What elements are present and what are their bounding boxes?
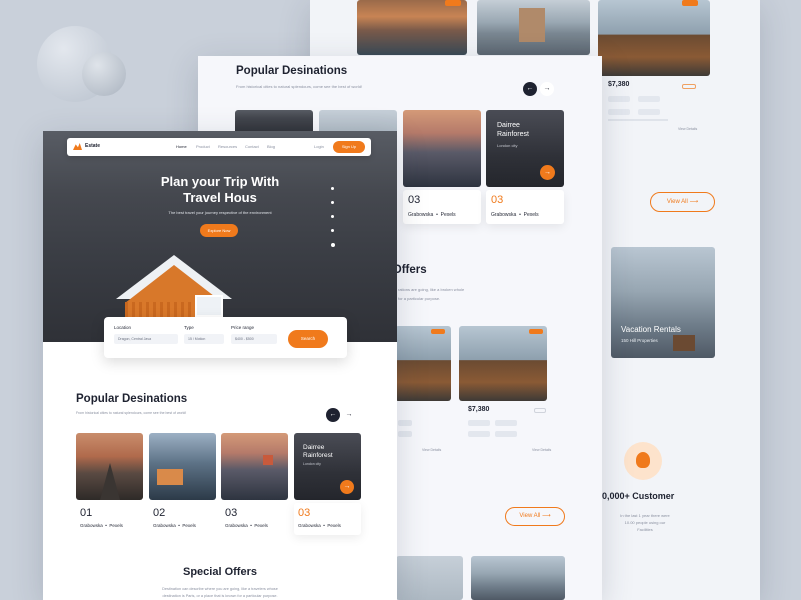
featured-location: London city — [303, 462, 321, 466]
view-all-label: View All — [666, 199, 688, 205]
house-window — [195, 295, 223, 317]
card-number: 02 — [153, 507, 166, 519]
card-credit: Grabowska • Pexels — [491, 212, 539, 218]
offers-text: for a particular purpose. — [398, 296, 441, 301]
destination-info-card: 03 Grabowska • Pexels — [403, 190, 481, 224]
hero-title-line: Travel Hous — [183, 190, 257, 205]
section-title: Popular Desinations — [236, 65, 348, 77]
featured-title: Dairree — [303, 444, 325, 451]
prev-arrow-button[interactable]: ← — [326, 408, 340, 422]
search-button[interactable]: Search — [288, 330, 328, 348]
offer-photo[interactable] — [395, 326, 451, 401]
cabin-photo — [477, 0, 590, 55]
card-number: 01 — [80, 507, 93, 519]
next-arrow-button[interactable]: → — [540, 82, 554, 96]
card-credit: Grabowska • Pexels — [408, 212, 456, 218]
section-subtitle: From historical cities to natural splend… — [76, 411, 187, 415]
logo-icon — [73, 143, 82, 150]
decor-circle-small — [82, 52, 126, 96]
nav-blog[interactable]: Blog — [267, 144, 275, 149]
arrow-right-icon: ⟶ — [541, 513, 551, 519]
special-offers-text: Destination can describe where you are g… — [162, 587, 278, 591]
next-arrow-button[interactable]: → — [342, 408, 356, 422]
destination-info-card: 02 Grabowska • Pexels — [149, 503, 216, 535]
location-label: Location — [114, 325, 132, 330]
destination-photo[interactable] — [76, 433, 143, 500]
card-credit: Grabowska • Pexels — [298, 523, 341, 528]
card-number: 03 — [298, 507, 311, 519]
search-bar: Location Dragon, Central Java Type 15 / … — [104, 317, 347, 358]
destination-info-card: 03 Grabowska • Pexels — [486, 190, 564, 224]
nav-product[interactable]: Product — [196, 144, 210, 149]
vacation-title: Vacation Rentals — [621, 325, 681, 334]
nav-resources[interactable]: Resources — [218, 144, 237, 149]
arrow-right-icon: ⟶ — [689, 199, 699, 205]
offer-photo — [471, 556, 565, 600]
explore-button[interactable]: Explore Now — [200, 224, 238, 237]
front-page-preview: Estate Home Product Resources Contact Bl… — [43, 131, 397, 600]
cabin-photo — [598, 0, 710, 76]
destination-photo[interactable] — [149, 433, 216, 500]
customer-icon-badge — [624, 442, 662, 480]
navbar: Estate Home Product Resources Contact Bl… — [67, 138, 371, 156]
cabin-photo — [357, 0, 467, 55]
arrow-right-icon[interactable]: → — [340, 480, 354, 494]
customers-text: 10.00 people using our — [624, 520, 666, 525]
destination-photo[interactable] — [403, 110, 481, 187]
hero-title: Plan your Trip With Travel Hous — [43, 174, 397, 206]
featured-destination-card[interactable]: Dairree Rainforest London city → — [294, 433, 361, 500]
card-number: 03 — [408, 194, 421, 206]
featured-title: Rainforest — [303, 452, 333, 459]
card-credit: Grabowska • Pexels — [225, 523, 268, 528]
brand-name: Estate — [85, 143, 101, 149]
view-details-link[interactable]: View Details — [422, 448, 441, 452]
section-subtitle: From historical cities to natural splend… — [236, 84, 363, 89]
featured-title: Rainforest — [497, 131, 529, 138]
customers-text: In the last 1 year there were — [620, 513, 670, 518]
featured-title: Dairree — [497, 122, 520, 129]
card-number: 03 — [225, 507, 238, 519]
view-details-link[interactable]: View Details — [678, 127, 697, 131]
destination-info-card: 03 Grabowska • Pexels — [221, 503, 288, 535]
headset-icon — [636, 452, 650, 468]
price-label: $7,380 — [608, 81, 630, 88]
type-label: Type — [184, 325, 194, 330]
nav-home[interactable]: Home — [176, 144, 187, 149]
special-offers-title: Special Offers — [183, 566, 257, 578]
card-number: 03 — [491, 194, 504, 206]
view-all-button[interactable]: View All ⟶ — [650, 192, 715, 212]
hero-title-line: Plan your Trip With — [160, 174, 280, 189]
featured-destination-card[interactable]: Dairree Rainforest London city → — [486, 110, 564, 187]
login-link[interactable]: Login — [314, 144, 324, 149]
destination-photo[interactable] — [221, 433, 288, 500]
price-range-field[interactable]: $400 - $500 — [231, 334, 277, 344]
view-all-label: View All — [519, 513, 541, 519]
vacation-subtitle: 150 Hill Properties — [621, 338, 658, 343]
arrow-right-icon[interactable]: → — [540, 165, 555, 180]
price-label: $7,380 — [468, 406, 490, 413]
special-offers-text: destination is Paris, or a place that is… — [162, 594, 278, 598]
featured-location: London city — [497, 143, 518, 148]
offers-text: rations are going, like a broken whole — [398, 287, 465, 292]
customers-title: 0,000+ Customer — [602, 491, 675, 501]
offer-photo[interactable] — [459, 326, 547, 401]
view-details-link[interactable]: View Details — [532, 448, 551, 452]
card-credit: Grabowska • Pexels — [153, 523, 196, 528]
customers-text: Facilities — [637, 527, 653, 532]
destination-info-card: 01 Grabowska • Pexels — [76, 503, 143, 535]
signup-button[interactable]: Sign Up — [333, 141, 365, 153]
nav-contact[interactable]: Contact — [245, 144, 259, 149]
vacation-rentals-card[interactable]: Vacation Rentals 150 Hill Properties — [611, 247, 715, 358]
prev-arrow-button[interactable]: ← — [523, 82, 537, 96]
card-credit: Grabowska • Pexels — [80, 523, 123, 528]
location-field[interactable]: Dragon, Central Java — [114, 334, 178, 344]
section-title: Popular Desinations — [76, 393, 188, 405]
destination-info-card: 03 Grabowska • Pexels — [294, 503, 361, 535]
price-range-label: Price range — [231, 325, 255, 330]
hero-subtitle: The best travel your journey respective … — [168, 210, 272, 215]
type-field[interactable]: 15 / Motion — [184, 334, 224, 344]
view-all-button[interactable]: View All ⟶ — [505, 507, 565, 526]
offer-photo — [396, 556, 463, 600]
